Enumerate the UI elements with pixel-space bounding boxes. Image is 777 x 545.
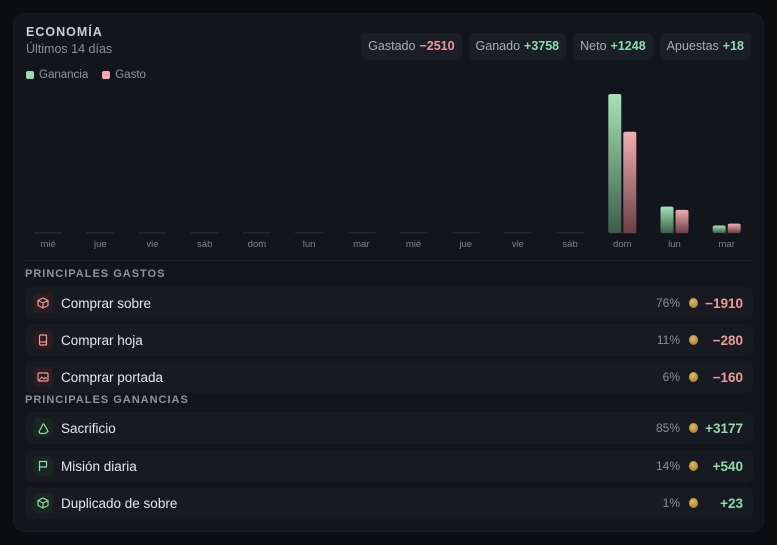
- bar-ganancia[interactable]: [660, 206, 674, 233]
- earnings-section-title: PRINCIPALES GANANCIAS: [25, 394, 189, 406]
- coin-icon: [689, 423, 698, 433]
- row-amount: −280: [712, 332, 743, 348]
- section-divider: [25, 260, 753, 261]
- coin-icon: [689, 298, 698, 308]
- spending-row[interactable]: Comprar sobre 76% −1910: [25, 287, 753, 319]
- spending-section-title: PRINCIPALES GASTOS: [25, 268, 166, 280]
- x-tick-label: sáb: [197, 239, 212, 250]
- duplicate-package-icon: [33, 493, 53, 513]
- row-percent: 76%: [655, 296, 680, 310]
- row-amount: +3177: [705, 420, 743, 436]
- x-tick-label: vie: [146, 239, 158, 250]
- package-icon: [33, 293, 53, 313]
- x-tick-label: mié: [40, 239, 55, 250]
- x-tick-label: vie: [512, 239, 524, 250]
- x-tick-label: jue: [93, 239, 107, 250]
- baseline-stub: [556, 232, 585, 234]
- row-percent: 1%: [662, 496, 680, 510]
- x-tick-label: lun: [303, 239, 316, 250]
- baseline-stub: [86, 232, 115, 234]
- x-tick-label: mié: [406, 239, 421, 250]
- coin-icon: [689, 335, 698, 345]
- baseline-stub: [347, 232, 376, 234]
- baseline-stub: [451, 232, 480, 234]
- x-tick-label: lun: [668, 239, 681, 250]
- x-tick-label: sáb: [562, 239, 577, 250]
- row-amount: +23: [720, 495, 743, 511]
- baseline-stub: [399, 232, 428, 234]
- daily-economy-chart: mié jue vie sáb dom lun mar mié jue vie sáb dom lun m…: [34, 94, 741, 250]
- x-tick-label: dom: [248, 239, 267, 250]
- economy-panel: ECONOMÍA Últimos 14 días Gastado −2510 Ga…: [14, 14, 763, 531]
- x-tick-label: mar: [353, 239, 369, 250]
- x-tick-label: dom: [613, 239, 632, 250]
- row-amount: −1910: [705, 295, 743, 311]
- bar-ganancia[interactable]: [608, 94, 622, 233]
- baseline-stub: [138, 232, 167, 234]
- baseline-stub: [295, 232, 324, 234]
- row-amount: +540: [712, 458, 743, 474]
- row-percent: 6%: [662, 370, 680, 384]
- row-label: Duplicado de sobre: [61, 495, 178, 511]
- page-icon: [33, 330, 53, 350]
- flag-icon: [33, 456, 53, 476]
- coin-icon: [689, 461, 698, 471]
- spending-row[interactable]: Comprar hoja 11% −280: [25, 324, 753, 356]
- spending-row[interactable]: Comprar portada 6% −160: [25, 361, 753, 393]
- x-tick-label: jue: [458, 239, 472, 250]
- bar-gasto[interactable]: [727, 223, 741, 233]
- recycle-icon: [33, 418, 53, 438]
- row-percent: 11%: [656, 333, 680, 347]
- coin-icon: [689, 372, 698, 382]
- image-icon: [33, 367, 53, 387]
- coin-icon: [689, 498, 698, 508]
- baseline-stub: [503, 232, 532, 234]
- row-label: Sacrificio: [61, 420, 116, 436]
- row-label: Comprar hoja: [61, 332, 143, 348]
- baseline-stub: [242, 232, 271, 234]
- x-tick-label: mar: [719, 239, 735, 250]
- baseline-stub: [34, 232, 63, 234]
- row-amount: −160: [712, 369, 743, 385]
- row-percent: 85%: [655, 421, 680, 435]
- row-percent: 14%: [655, 459, 680, 473]
- bar-ganancia[interactable]: [712, 225, 726, 233]
- row-label: Comprar sobre: [61, 295, 152, 311]
- row-label: Comprar portada: [61, 369, 164, 385]
- earnings-row[interactable]: Duplicado de sobre 1% +23: [25, 487, 753, 519]
- bar-gasto[interactable]: [623, 131, 637, 233]
- bar-gasto[interactable]: [675, 209, 689, 233]
- earnings-row[interactable]: Misión diaria 14% +540: [25, 450, 753, 482]
- baseline-stub: [190, 232, 219, 234]
- row-label: Misión diaria: [61, 458, 137, 474]
- earnings-row[interactable]: Sacrificio 85% +3177: [25, 412, 753, 444]
